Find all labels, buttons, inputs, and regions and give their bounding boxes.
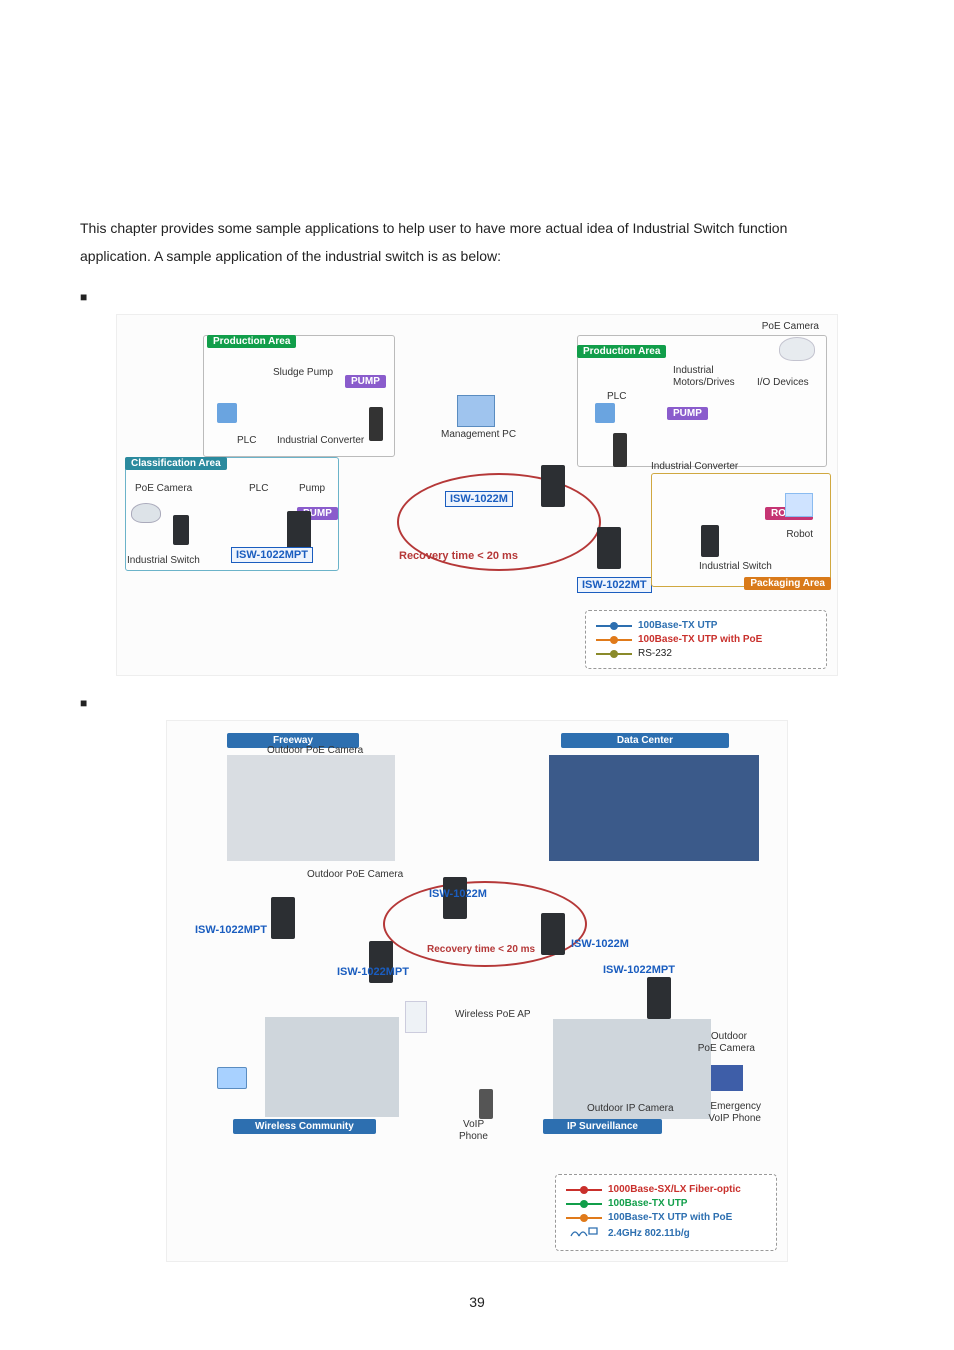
production-area-right-tag: Production Area (577, 345, 666, 358)
outdoor-poe-camera-top-label: Outdoor PoE Camera (267, 745, 363, 756)
bullet-2: ■ (80, 696, 874, 710)
isw-1022mpt-c-device (647, 977, 671, 1019)
isw-1022m-b-label: ISW-1022M (567, 937, 633, 951)
sludge-pump-label: Sludge Pump (273, 367, 333, 378)
ip-surveillance-tag: IP Surveillance (543, 1119, 662, 1134)
isw-1022mpt-b-label: ISW-1022MPT (333, 965, 413, 979)
diagram-industrial-application: PoE Camera Production Area Sludge Pump P… (116, 314, 838, 676)
plc-left-label: PLC (237, 435, 256, 446)
industrial-switch-right-label: Industrial Switch (699, 561, 772, 572)
legend2-row-3: 100Base-TX UTP with PoE (566, 1212, 766, 1223)
intro-line-2: application. A sample application of the… (80, 248, 501, 264)
robot-label: Robot (786, 529, 813, 540)
industrial-converter-right-label: Industrial Converter (651, 461, 738, 472)
bullet-1: ■ (80, 290, 874, 304)
outdoor-poe-camera-bottom-label: Outdoor PoE Camera (307, 869, 403, 880)
isw-1022mpt-a-device (271, 897, 295, 939)
industrial-motors-label-2: Motors/Drives (673, 377, 735, 388)
management-pc-label: Management PC (441, 429, 516, 440)
isw-1022m-device (541, 465, 565, 507)
legend2-row-1: 1000Base-SX/LX Fiber-optic (566, 1184, 766, 1195)
emergency-phone-label-2: VoIP Phone (708, 1113, 761, 1124)
wireless-ap-icon (405, 1001, 427, 1033)
robot-icon (785, 493, 813, 517)
wireless-community-tag: Wireless Community (233, 1119, 376, 1134)
production-area-left-tag: Production Area (207, 335, 296, 348)
management-pc-icon (457, 395, 495, 427)
diagram-outdoor-application: Freeway Outdoor PoE Camera Outdoor PoE C… (166, 720, 788, 1262)
legend2-row-4: 2.4GHz 802.11b/g (566, 1226, 766, 1241)
legend2-1-text: 1000Base-SX/LX Fiber-optic (608, 1184, 741, 1195)
isw-1022m-b-device (541, 913, 565, 955)
intro-paragraph: This chapter provides some sample applic… (80, 214, 874, 270)
isw-1022m-label: ISW-1022M (445, 491, 513, 507)
emergency-phone-icon (711, 1065, 743, 1091)
legend-row-3: RS-232 (596, 648, 816, 659)
document-page: This chapter provides some sample applic… (0, 0, 954, 1350)
packaging-area-tag: Packaging Area (744, 577, 831, 590)
converter-icon-left (369, 407, 383, 441)
pump-mid-label: Pump (299, 483, 325, 494)
legend-row-2: 100Base-TX UTP with PoE (596, 634, 816, 645)
recovery-time-2-label: Recovery time < 20 ms (423, 943, 539, 956)
io-devices-label: I/O Devices (757, 377, 809, 388)
intro-line-1: This chapter provides some sample applic… (80, 220, 787, 236)
plc-mid-label: PLC (249, 483, 268, 494)
legend-2-text: 100Base-TX UTP with PoE (638, 634, 762, 645)
industrial-switch-right-icon (701, 525, 719, 557)
freeway-photo (227, 755, 395, 861)
voip-phone-label-2: Phone (459, 1131, 488, 1142)
outdoor-poe-camera-right-2: PoE Camera (698, 1043, 755, 1054)
legend-3-text: RS-232 (638, 648, 672, 659)
diagram-2-legend: 1000Base-SX/LX Fiber-optic 100Base-TX UT… (555, 1174, 777, 1251)
plc-icon-left (217, 403, 237, 423)
isw-1022mpt-left-label: ISW-1022MPT (231, 547, 313, 563)
diagram-1-legend: 100Base-TX UTP 100Base-TX UTP with PoE R… (585, 610, 827, 669)
recovery-time-label: Recovery time < 20 ms (395, 549, 522, 563)
industrial-converter-left-label: Industrial Converter (277, 435, 364, 446)
classification-area-tag: Classification Area (125, 457, 227, 470)
isw-1022m-a-label: ISW-1022M (425, 887, 491, 901)
voip-phone-icon (479, 1089, 493, 1119)
emergency-phone-label-1: Emergency (710, 1101, 761, 1112)
wifi-icon (569, 1226, 599, 1238)
data-center-tag: Data Center (561, 733, 729, 748)
poe-camera-label: PoE Camera (762, 321, 819, 332)
wireless-poe-ap-label: Wireless PoE AP (455, 1009, 531, 1020)
legend-1-text: 100Base-TX UTP (638, 620, 717, 631)
camera-icon-left (131, 503, 161, 523)
legend2-4-text: 2.4GHz 802.11b/g (608, 1228, 690, 1239)
isw-1022mt-device (597, 527, 621, 569)
industrial-switch-icon-left (173, 515, 189, 545)
data-center-photo (549, 755, 759, 861)
legend2-2-text: 100Base-TX UTP (608, 1198, 687, 1209)
legend2-3-text: 100Base-TX UTP with PoE (608, 1212, 732, 1223)
wireless-community-photo (265, 1017, 399, 1117)
converter-icon-right (613, 433, 627, 467)
outdoor-poe-camera-right-1: Outdoor (711, 1031, 747, 1042)
legend-row-1: 100Base-TX UTP (596, 620, 816, 631)
legend2-row-2: 100Base-TX UTP (566, 1198, 766, 1209)
pump-tag-right: PUMP (667, 407, 708, 420)
plc-icon-right (595, 403, 615, 423)
poe-camera-left-label: PoE Camera (135, 483, 192, 494)
laptop-icon (217, 1067, 247, 1089)
outdoor-ip-camera-label: Outdoor IP Camera (587, 1103, 674, 1114)
page-number: 39 (0, 1294, 954, 1310)
isw-1022mpt-c-label: ISW-1022MPT (599, 963, 679, 977)
isw-1022mpt-a-label: ISW-1022MPT (191, 923, 271, 937)
voip-phone-label-1: VoIP (463, 1119, 484, 1130)
plc-right-label: PLC (607, 391, 626, 402)
isw-1022mt-label: ISW-1022MT (577, 577, 652, 593)
industrial-switch-left-label: Industrial Switch (127, 555, 200, 566)
industrial-motors-label: Industrial (673, 365, 714, 376)
pump-tag-left: PUMP (345, 375, 386, 388)
